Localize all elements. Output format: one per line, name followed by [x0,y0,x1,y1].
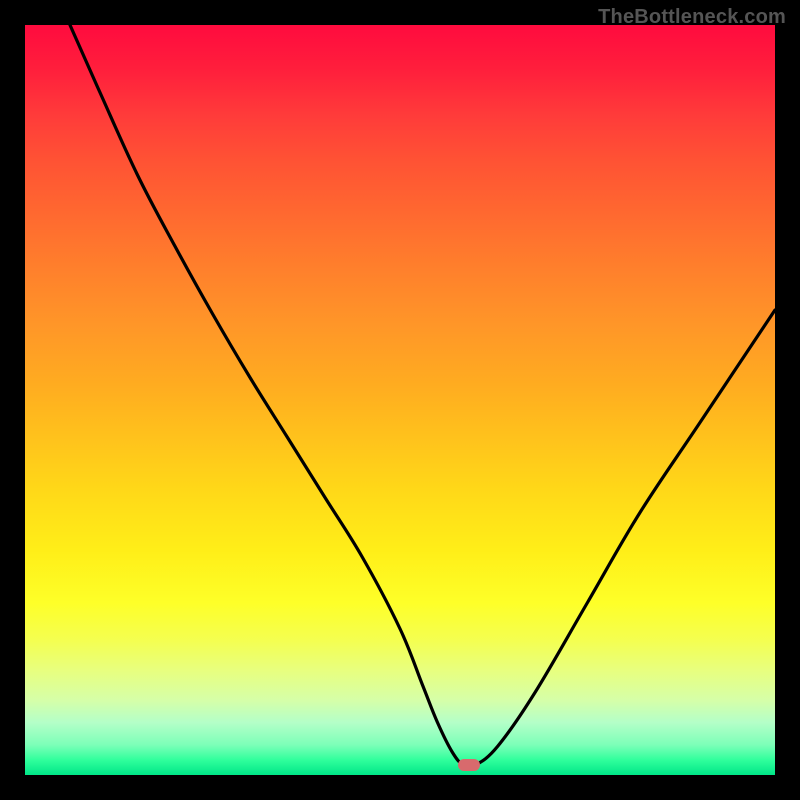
bottleneck-curve-line [70,25,775,767]
chart-svg [25,25,775,775]
optimal-point-marker [458,759,480,771]
chart-plot-area [25,25,775,775]
watermark-text: TheBottleneck.com [598,6,786,29]
